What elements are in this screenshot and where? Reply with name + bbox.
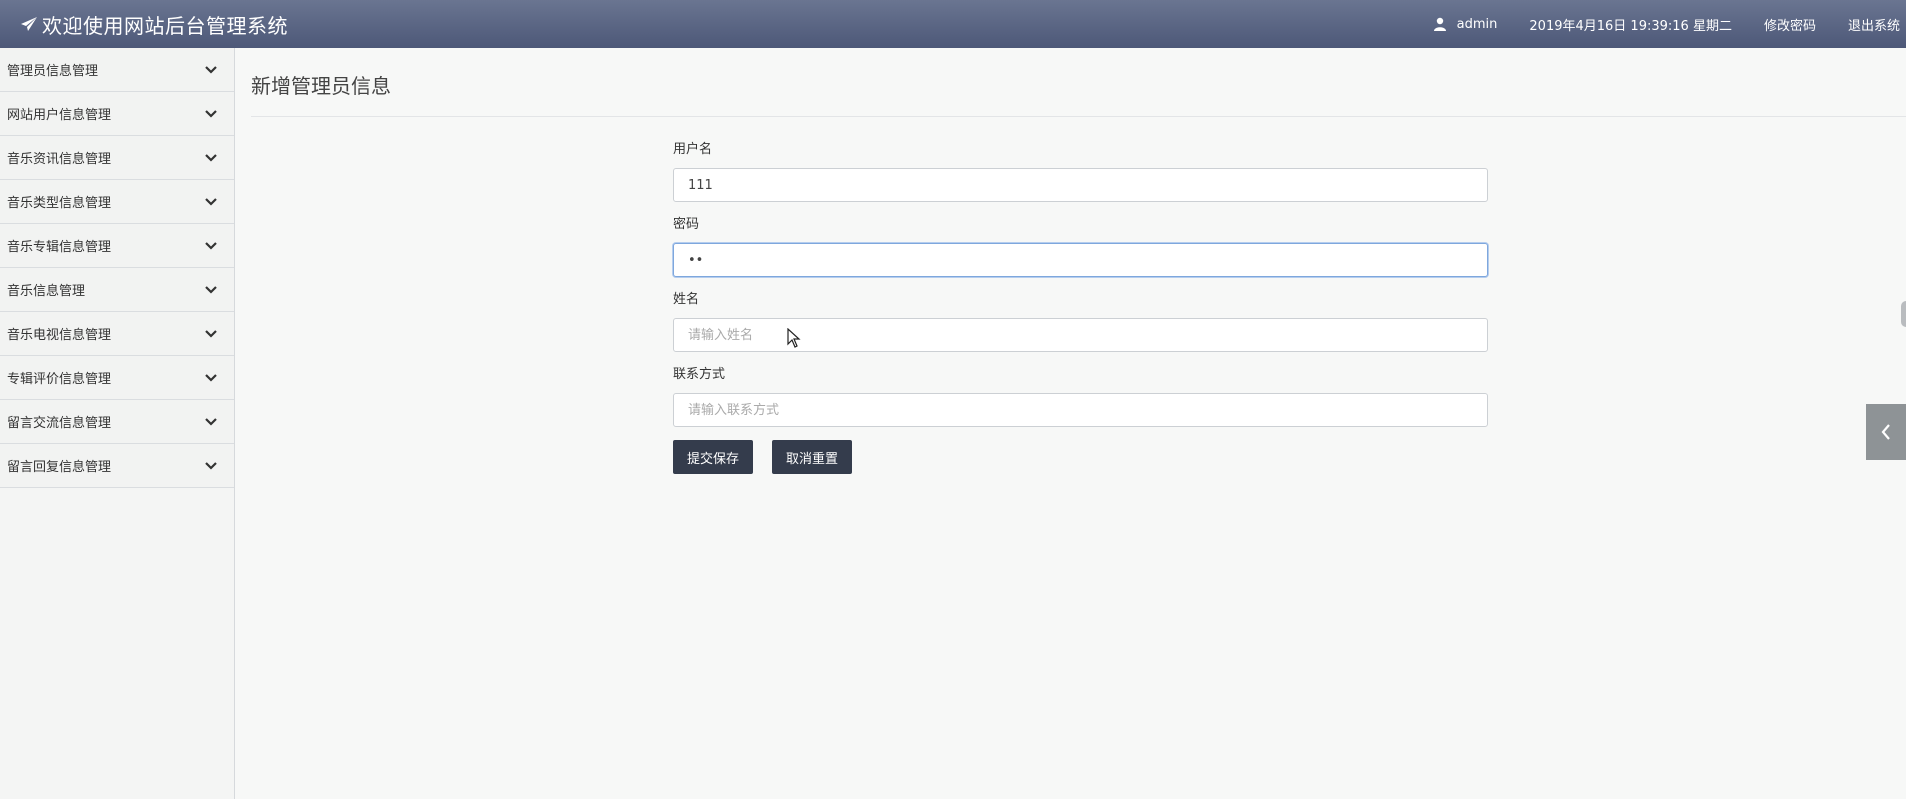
sidebar-item-label: 留言交流信息管理: [7, 416, 112, 431]
mouse-cursor-icon: [787, 327, 801, 352]
drawer-toggle-button[interactable]: [1866, 404, 1906, 460]
chevron-down-icon: [205, 461, 217, 470]
sidebar-item-music-types[interactable]: 音乐类型信息管理: [0, 180, 234, 224]
top-bar: 欢迎使用网站后台管理系统 admin 2019年4月16日 19:39:16 星…: [0, 0, 1906, 48]
change-password-link[interactable]: 修改密码: [1764, 15, 1816, 34]
sidebar-item-music-info[interactable]: 音乐信息管理: [0, 268, 234, 312]
sidebar: 管理员信息管理 网站用户信息管理 音乐资讯信息管理 音乐类型信息管理 音乐专辑信…: [0, 48, 235, 799]
sidebar-item-label: 留言回复信息管理: [7, 460, 112, 475]
sidebar-item-admin-info[interactable]: 管理员信息管理: [0, 48, 234, 92]
title-divider: [251, 116, 1906, 117]
datetime: 2019年4月16日 19:39:16 星期二: [1529, 18, 1732, 34]
sidebar-item-message-replies[interactable]: 留言回复信息管理: [0, 444, 234, 488]
chevron-down-icon: [205, 65, 217, 74]
chevron-down-icon: [205, 197, 217, 206]
chevron-down-icon: [205, 373, 217, 382]
username-label: 用户名: [673, 142, 713, 157]
user-menu[interactable]: admin: [1433, 16, 1498, 32]
sidebar-item-label: 音乐信息管理: [7, 284, 86, 299]
admin-form: 用户名 密码 姓名 联系方式 提交保存 取消重置: [673, 140, 1488, 474]
sidebar-item-messages[interactable]: 留言交流信息管理: [0, 400, 234, 444]
chevron-down-icon: [205, 153, 217, 162]
page-title: 新增管理员信息: [251, 74, 391, 98]
contact-field[interactable]: [673, 393, 1488, 427]
sidebar-item-label: 网站用户信息管理: [7, 108, 112, 123]
top-nav: admin 2019年4月16日 19:39:16 星期二 修改密码 退出系统: [1433, 0, 1900, 48]
chevron-left-icon: [1881, 424, 1890, 440]
username: admin: [1456, 16, 1498, 32]
sidebar-item-label: 音乐专辑信息管理: [7, 240, 112, 255]
chevron-down-icon: [205, 417, 217, 426]
form-actions: 提交保存 取消重置: [673, 440, 1488, 474]
brand: 欢迎使用网站后台管理系统: [20, 0, 288, 48]
sidebar-item-album-reviews[interactable]: 专辑评价信息管理: [0, 356, 234, 400]
scroll-knob[interactable]: [1901, 301, 1906, 327]
password-label: 密码: [673, 217, 700, 232]
reset-button[interactable]: 取消重置: [772, 440, 853, 474]
chevron-down-icon: [205, 109, 217, 118]
sidebar-item-site-users[interactable]: 网站用户信息管理: [0, 92, 234, 136]
sidebar-item-music-tv[interactable]: 音乐电视信息管理: [0, 312, 234, 356]
sidebar-item-label: 音乐资讯信息管理: [7, 152, 112, 167]
sidebar-item-music-news[interactable]: 音乐资讯信息管理: [0, 136, 234, 180]
password-field[interactable]: [673, 243, 1488, 277]
sidebar-item-label: 专辑评价信息管理: [7, 372, 112, 387]
sidebar-item-music-albums[interactable]: 音乐专辑信息管理: [0, 224, 234, 268]
app-title: 欢迎使用网站后台管理系统: [42, 13, 288, 38]
chevron-down-icon: [205, 241, 217, 250]
name-label: 姓名: [673, 292, 700, 307]
sidebar-item-label: 音乐类型信息管理: [7, 196, 112, 211]
contact-label: 联系方式: [673, 367, 726, 382]
user-icon: [1433, 17, 1447, 31]
username-field[interactable]: [673, 168, 1488, 202]
chevron-down-icon: [205, 285, 217, 294]
sidebar-item-label: 音乐电视信息管理: [7, 328, 112, 343]
sidebar-item-label: 管理员信息管理: [7, 64, 99, 79]
logout-link[interactable]: 退出系统: [1848, 15, 1900, 34]
submit-button[interactable]: 提交保存: [673, 440, 754, 474]
chevron-down-icon: [205, 329, 217, 338]
paper-plane-icon: [20, 16, 38, 32]
